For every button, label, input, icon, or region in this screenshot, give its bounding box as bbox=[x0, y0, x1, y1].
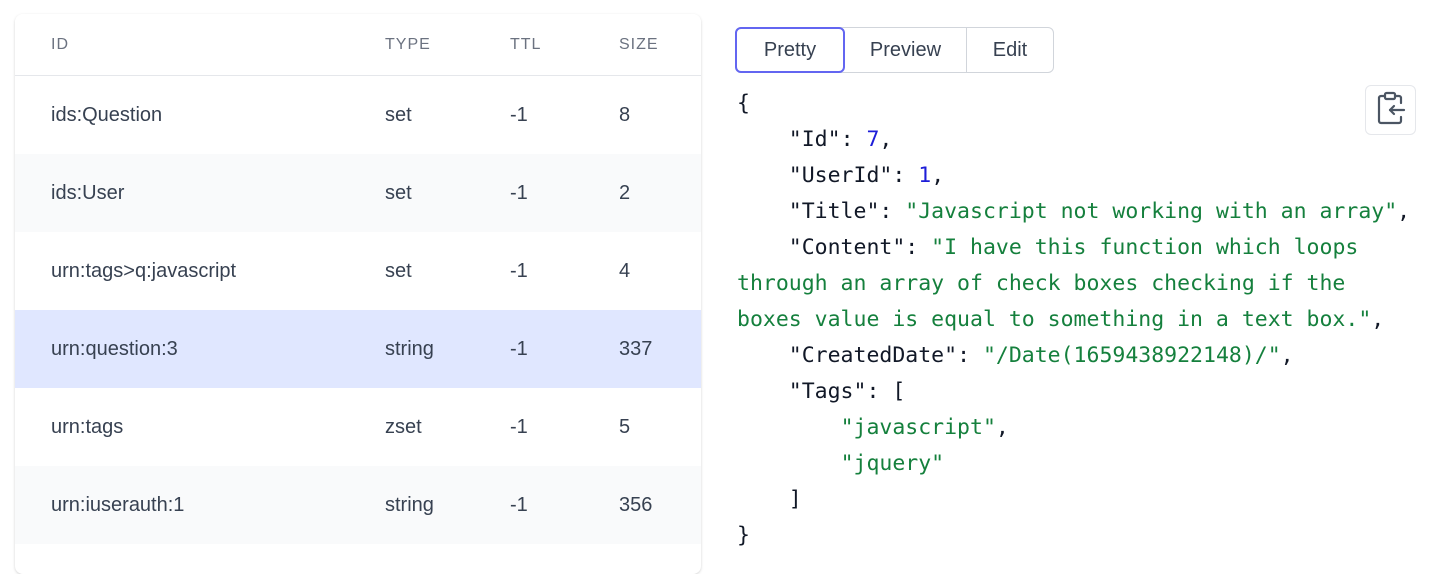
cell-id: urn:question:3 bbox=[51, 337, 178, 360]
cell-id: ids:User bbox=[51, 181, 125, 204]
json-key: "Id" bbox=[788, 127, 841, 152]
json-string: through an array of check boxes checking… bbox=[737, 271, 1346, 296]
json-key: "UserId" bbox=[788, 163, 893, 188]
json-key: "CreatedDate" bbox=[788, 343, 958, 368]
table-row[interactable]: urn:iuserauth:1 string -1 356 bbox=[15, 466, 701, 544]
cell-size: 5 bbox=[619, 415, 631, 438]
cell-ttl: -1 bbox=[510, 259, 528, 282]
json-string: boxes value is equal to something in a t… bbox=[737, 307, 1372, 332]
cell-size: 8 bbox=[619, 103, 631, 126]
json-open-brace: { bbox=[737, 91, 750, 116]
json-string: "/Date(1659438922148)/" bbox=[982, 343, 1281, 368]
table-row[interactable]: urn:tags>q:javascript set -1 4 bbox=[15, 232, 701, 310]
cell-type: set bbox=[385, 181, 412, 204]
json-string: "I have this function which loops bbox=[931, 235, 1359, 260]
tab-preview[interactable]: Preview bbox=[845, 28, 967, 72]
cell-size: 356 bbox=[619, 493, 653, 516]
cell-type: string bbox=[385, 493, 434, 516]
json-key: "Content" bbox=[788, 235, 906, 260]
table-header: ID TYPE TTL SIZE bbox=[15, 14, 701, 76]
table-row-selected[interactable]: urn:question:3 string -1 337 bbox=[15, 310, 701, 388]
json-bracket: [ bbox=[892, 379, 906, 404]
json-string: "jquery" bbox=[840, 451, 945, 476]
cell-ttl: -1 bbox=[510, 337, 528, 360]
header-size[interactable]: SIZE bbox=[619, 36, 659, 54]
cell-id: ids:Question bbox=[51, 103, 163, 126]
header-id[interactable]: ID bbox=[51, 36, 69, 54]
json-number: 7 bbox=[866, 127, 880, 152]
cell-type: string bbox=[385, 337, 434, 360]
header-ttl[interactable]: TTL bbox=[510, 36, 541, 54]
json-key: "Tags" bbox=[788, 379, 867, 404]
json-bracket: ] bbox=[788, 487, 802, 512]
json-key: "Title" bbox=[788, 199, 880, 224]
table-row[interactable]: urn:tags zset -1 5 bbox=[15, 388, 701, 466]
cell-ttl: -1 bbox=[510, 181, 528, 204]
keys-table: ID TYPE TTL SIZE ids:Question set -1 8 i… bbox=[15, 14, 701, 574]
table-row[interactable]: ids:User set -1 2 bbox=[15, 154, 701, 232]
table-row[interactable]: ids:Question set -1 8 bbox=[15, 76, 701, 154]
json-close-brace: } bbox=[737, 523, 750, 548]
cell-size: 337 bbox=[619, 337, 653, 360]
cell-id: urn:iuserauth:1 bbox=[51, 493, 185, 516]
json-string: "javascript" bbox=[840, 415, 996, 440]
header-type[interactable]: TYPE bbox=[385, 36, 431, 54]
cell-ttl: -1 bbox=[510, 415, 528, 438]
cell-type: set bbox=[385, 259, 412, 282]
json-string: "Javascript not working with an array" bbox=[905, 199, 1398, 224]
cell-size: 4 bbox=[619, 259, 631, 282]
json-number: 1 bbox=[918, 163, 932, 188]
cell-id: urn:tags bbox=[51, 415, 124, 438]
tab-edit[interactable]: Edit bbox=[967, 28, 1053, 72]
cell-type: zset bbox=[385, 415, 422, 438]
cell-size: 2 bbox=[619, 181, 631, 204]
view-mode-tabs: Pretty Preview Edit bbox=[735, 27, 1054, 73]
cell-ttl: -1 bbox=[510, 493, 528, 516]
cell-id: urn:tags>q:javascript bbox=[51, 259, 237, 282]
cell-ttl: -1 bbox=[510, 103, 528, 126]
cell-type: set bbox=[385, 103, 412, 126]
tab-pretty[interactable]: Pretty bbox=[735, 27, 845, 73]
json-viewer[interactable]: { "Id": 7, "UserId": 1, "Title": "Javasc… bbox=[737, 86, 1437, 554]
